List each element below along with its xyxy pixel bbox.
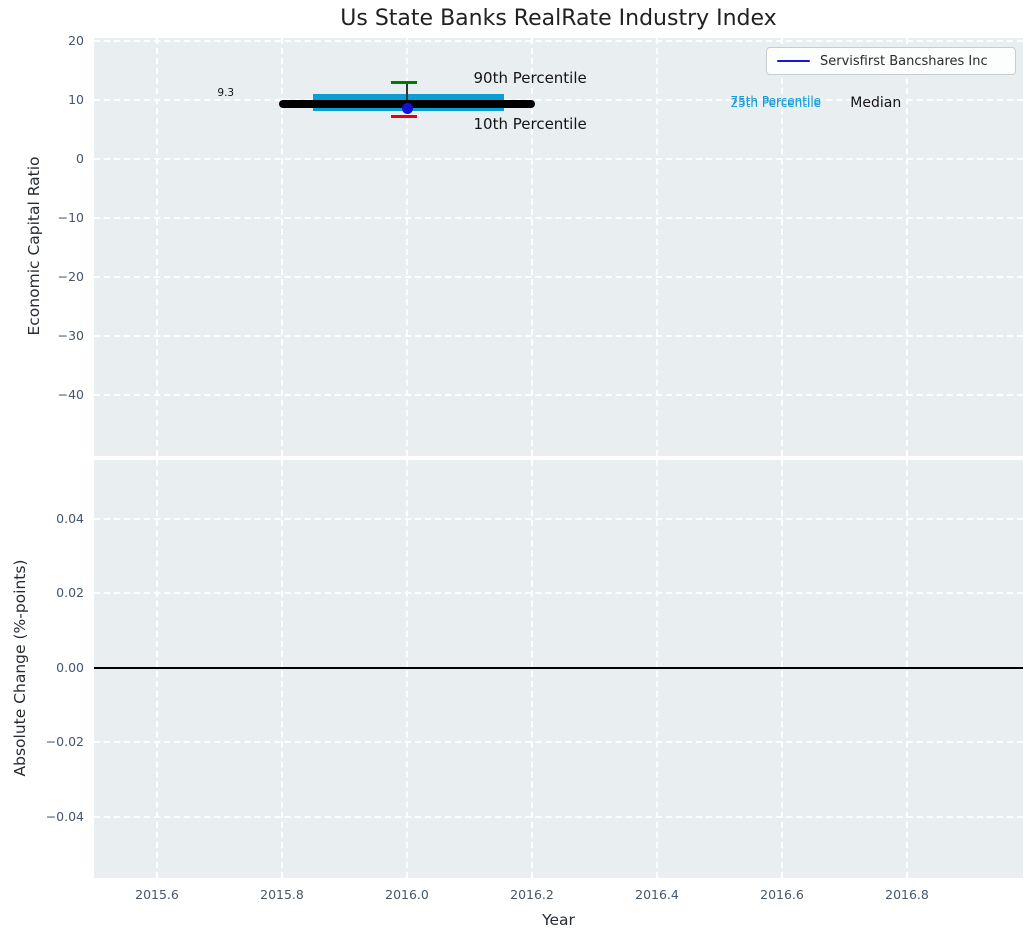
company-dot: [401, 102, 413, 114]
y-tick-label: −20: [57, 269, 84, 284]
gridline-horizontal: [94, 815, 1023, 818]
figure: Us State Banks RealRate Industry Index 9…: [0, 0, 1034, 942]
gridline-horizontal: [94, 592, 1023, 595]
gridline-horizontal: [94, 40, 1023, 42]
gridline-horizontal: [94, 276, 1023, 278]
p10-whisker-cap: [390, 115, 417, 119]
legend: Servisfirst Bancshares Inc: [766, 47, 1016, 75]
x-tick-label: 2016.8: [885, 887, 929, 902]
y-tick-label: 0.04: [56, 510, 84, 526]
chart-title: Us State Banks RealRate Industry Index: [340, 6, 777, 31]
x-tick-label: 2016.6: [760, 887, 804, 902]
gridline-horizontal: [94, 217, 1023, 219]
zero-line: [94, 666, 1023, 669]
x-tick-label: 2016.4: [635, 887, 679, 902]
gridline-horizontal: [94, 393, 1023, 396]
y-tick-label: 0: [76, 151, 84, 166]
x-axis-label: Year: [542, 911, 575, 929]
gridline-horizontal: [94, 334, 1023, 337]
gridline-horizontal: [94, 741, 1023, 744]
y-tick-label: −0.02: [45, 734, 84, 750]
y-tick-label: −30: [57, 327, 84, 343]
y-tick-label: 10: [68, 92, 84, 107]
x-tick-label: 2016.0: [385, 887, 429, 902]
top-axes-panel: 9.3 90th Percentile 10th Percentile 75th Pe…: [94, 38, 1023, 456]
x-tick-label: 2016.2: [510, 887, 554, 902]
gridline-horizontal: [94, 517, 1023, 520]
annotation-p10-label: 10th Percentile: [473, 115, 587, 134]
gridline-horizontal: [94, 158, 1023, 160]
bottom-axes-panel: [94, 460, 1023, 878]
y-tick-label: −0.04: [45, 808, 84, 824]
y-tick-label: 0.02: [56, 585, 84, 601]
y-tick-label: −40: [57, 386, 84, 402]
legend-line-swatch: [777, 59, 810, 63]
x-tick-label: 2015.6: [135, 887, 179, 902]
p90-whisker-cap: [390, 81, 417, 85]
x-tick-label: 2015.8: [260, 887, 304, 902]
y-tick-label: 0.00: [56, 659, 84, 675]
legend-label: Servisfirst Bancshares Inc: [820, 53, 988, 69]
y-tick-label: −10: [57, 210, 84, 225]
annotation-p25-label: 25th Percentile: [730, 95, 822, 110]
annotation-median-name-label: Median: [850, 94, 902, 111]
y-tick-label: 20: [68, 33, 84, 48]
annotation-p90-label: 90th Percentile: [473, 69, 587, 88]
annotation-median-value: 9.3: [217, 86, 235, 99]
